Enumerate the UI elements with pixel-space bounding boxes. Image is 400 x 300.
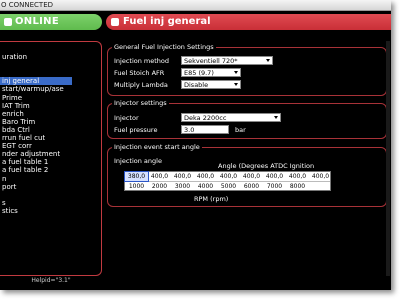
sidebar-item-cylinder-adjustment[interactable]: nder adjustment [0, 150, 100, 158]
page-header: Fuel inj general [106, 14, 391, 30]
help-id-label: Helpid="3.1" [31, 277, 71, 284]
chevron-down-icon [234, 71, 238, 74]
sidebar-item-fuel-table-2[interactable]: a fuel table 2 [0, 166, 100, 174]
multiply-lambda-select[interactable]: Disable [181, 80, 241, 89]
page-title: Fuel inj general [123, 16, 211, 27]
sidebar-item[interactable]: s [0, 199, 100, 207]
fuel-stoich-select[interactable]: E85 (9.7) [181, 68, 241, 77]
sidebar-nav: uration inj general start/warmup/ase Pri… [0, 41, 102, 276]
rpm-cell[interactable]: 8000 [286, 182, 309, 191]
header-square-icon [111, 18, 119, 26]
sidebar-item[interactable]: n [0, 175, 100, 183]
sidebar-item[interactable] [0, 69, 100, 77]
rpm-cell[interactable]: 1000 [125, 182, 148, 191]
fuel-pressure-label: Fuel pressure [114, 126, 158, 134]
angle-cell[interactable]: 400,0 [194, 172, 217, 181]
sidebar-item-overrun-fuel-cut[interactable]: rrun fuel cut [0, 134, 100, 142]
sidebar-list: uration inj general start/warmup/ase Pri… [0, 45, 100, 215]
rpm-cell[interactable]: 2000 [148, 182, 171, 191]
app-window: O CONNECTED ONLINE Fuel inj general urat… [0, 0, 391, 290]
rpm-cell[interactable]: 6000 [240, 182, 263, 191]
rpm-cell[interactable]: 3000 [171, 182, 194, 191]
rpm-axis-label: RPM (rpm) [194, 195, 229, 203]
injection-method-value: Sekventiell 720* [184, 57, 238, 65]
sidebar-item-fuel-inj-general[interactable]: inj general [0, 77, 72, 86]
sidebar-item-fuel-table-1[interactable]: a fuel table 1 [0, 158, 100, 166]
chevron-down-icon [266, 59, 270, 62]
angle-header: Angle (Degrees ATDC Ignition [218, 162, 315, 170]
sidebar-item-enrich[interactable]: enrich [0, 110, 100, 118]
angle-cell[interactable]: 400,0 [286, 172, 309, 181]
injection-method-select[interactable]: Sekventiell 720* [181, 56, 273, 65]
injector-label: Injector [114, 114, 139, 122]
sidebar-item[interactable] [0, 191, 100, 199]
sidebar-item-start-warmup[interactable]: start/warmup/ase [0, 85, 100, 93]
injection-angle-table[interactable]: 380,0 400,0 400,0 400,0 400,0 400,0 400,… [124, 171, 331, 191]
fuel-pressure-input[interactable]: 3.0 [181, 125, 229, 134]
fuel-stoich-value: E85 (9.7) [184, 69, 214, 77]
sidebar-item[interactable] [0, 45, 100, 53]
sidebar-item-baro-trim[interactable]: Baro Trim [0, 118, 100, 126]
general-settings-group: General Fuel Injection Settings Injectio… [107, 43, 387, 96]
angle-cell[interactable]: 400,0 [263, 172, 286, 181]
multiply-lambda-label: Multiply Lambda [114, 81, 168, 89]
injector-value: Deka 2200cc [184, 114, 227, 122]
fuel-pressure-unit: bar [235, 126, 246, 134]
group-title: General Fuel Injection Settings [112, 43, 216, 51]
rpm-cell[interactable]: 7000 [263, 182, 286, 191]
multiply-lambda-value: Disable [184, 81, 209, 89]
sidebar-item-configuration[interactable]: uration [0, 53, 100, 61]
group-title: Injector settings [112, 99, 169, 107]
injector-select[interactable]: Deka 2200cc [181, 113, 281, 122]
sidebar-item-diagnostics[interactable]: stics [0, 207, 100, 215]
injection-angle-label: Injection angle [114, 157, 162, 165]
sidebar-item-iat-trim[interactable]: IAT Trim [0, 102, 100, 110]
window-title: O CONNECTED [0, 0, 391, 11]
sidebar-item-egt-corr[interactable]: EGT corr [0, 142, 100, 150]
angle-cell[interactable]: 400,0 [171, 172, 194, 181]
angle-cell[interactable]: 400,0 [217, 172, 240, 181]
rpm-cell[interactable] [309, 182, 332, 191]
injector-settings-group: Injector settings Injector Deka 2200cc F… [107, 99, 387, 139]
rpm-cell[interactable]: 4000 [194, 182, 217, 191]
angle-cell[interactable]: 400,0 [309, 172, 332, 181]
fuel-stoich-label: Fuel Stoich AFR [114, 69, 165, 77]
sidebar-item-prime[interactable]: Prime [0, 94, 100, 102]
vertical-scrollbar[interactable] [386, 41, 390, 276]
connection-status-label: ONLINE [15, 16, 59, 27]
connection-status-header: ONLINE [0, 14, 102, 30]
chevron-down-icon [234, 83, 238, 86]
angle-cell[interactable]: 380,0 [124, 171, 149, 182]
angle-cell[interactable]: 400,0 [148, 172, 171, 181]
rpm-cell[interactable]: 5000 [217, 182, 240, 191]
angle-cell[interactable]: 400,0 [240, 172, 263, 181]
injection-method-label: Injection method [114, 57, 170, 65]
chevron-down-icon [274, 116, 278, 119]
status-square-icon [4, 18, 12, 26]
sidebar-item-report[interactable]: port [0, 183, 100, 191]
sidebar-item[interactable] [0, 61, 100, 69]
sidebar-item-lambda-ctrl[interactable]: bda Ctrl [0, 126, 100, 134]
group-title: Injection event start angle [112, 143, 202, 151]
